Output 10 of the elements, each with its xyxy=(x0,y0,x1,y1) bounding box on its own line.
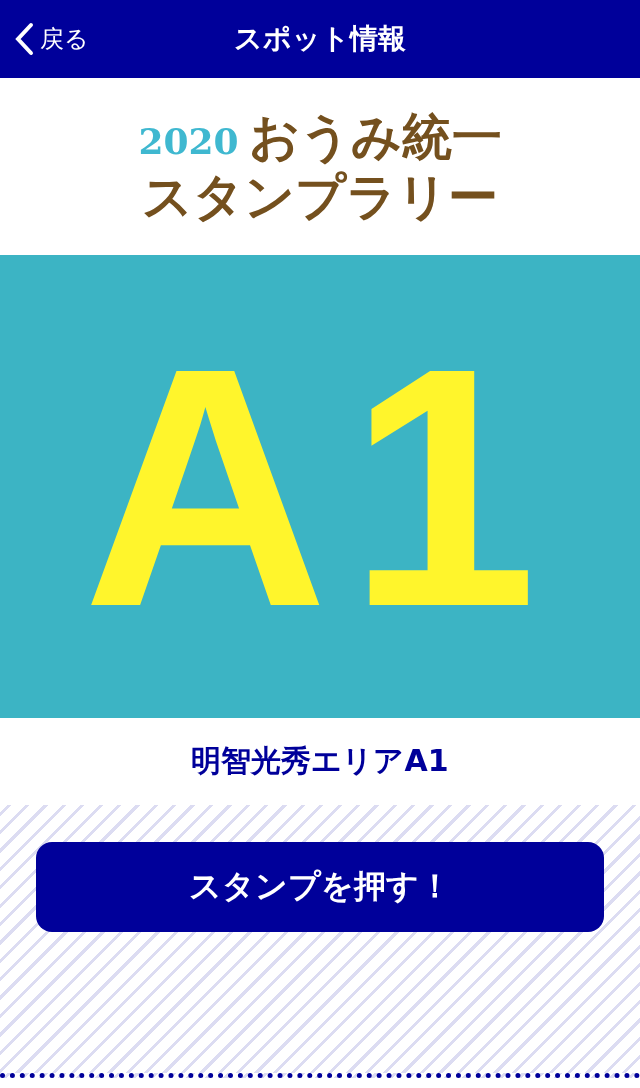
back-button[interactable]: 戻る xyxy=(10,0,93,78)
stamp-button[interactable]: スタンプを押す！ xyxy=(36,842,604,932)
back-chevron-icon xyxy=(14,22,34,56)
logo-subtitle: スタンプラリー xyxy=(142,166,498,227)
logo-title: おうみ統一 xyxy=(248,106,502,167)
spot-name: 明智光秀エリアA1 xyxy=(191,742,449,780)
screen-title: スポット情報 xyxy=(234,21,406,57)
logo-year: 2020 xyxy=(138,119,239,162)
back-label: 戻る xyxy=(40,24,89,55)
spot-code: A1 xyxy=(82,316,558,657)
